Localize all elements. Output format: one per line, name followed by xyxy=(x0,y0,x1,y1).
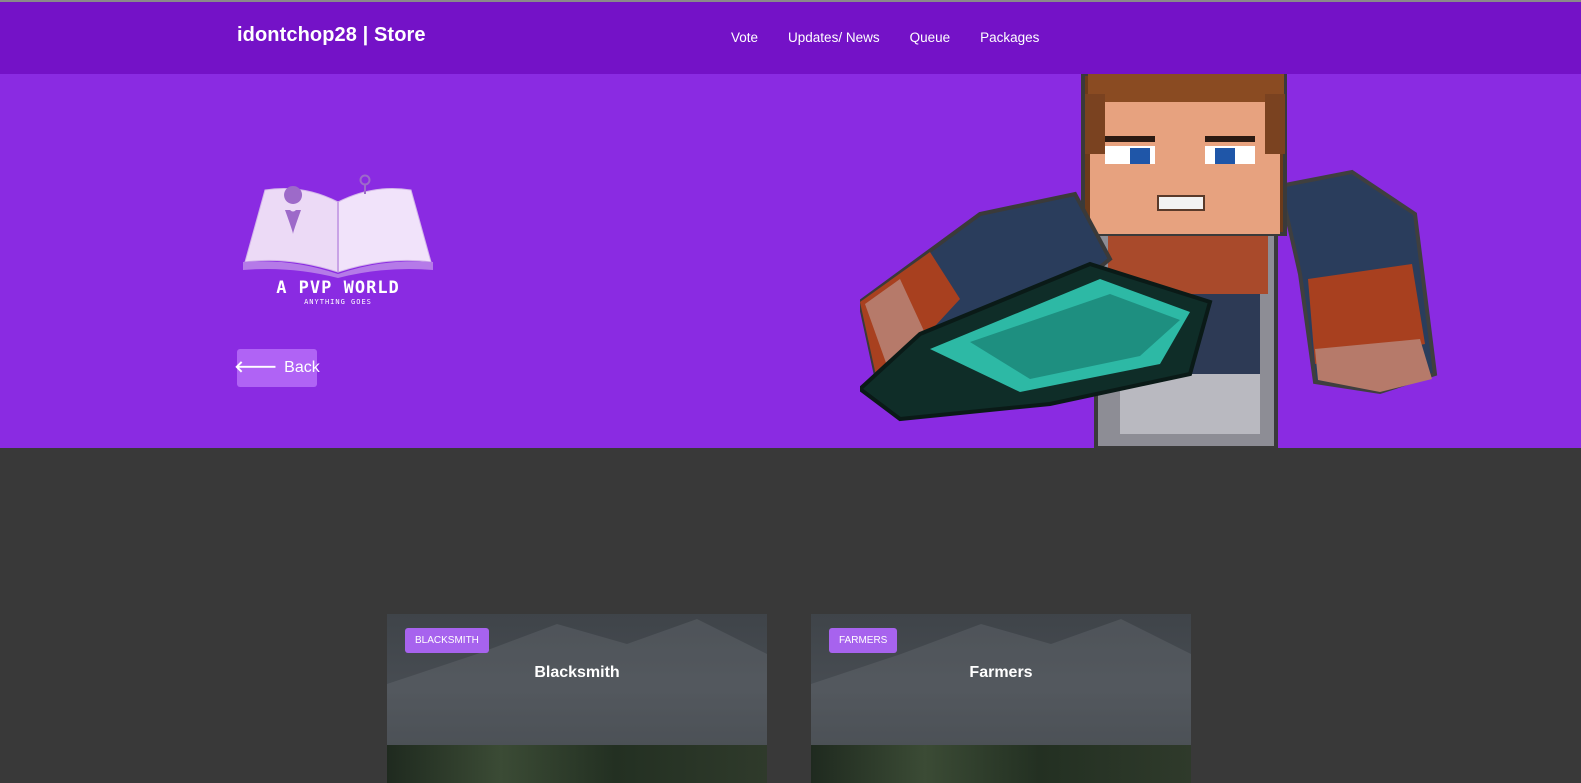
open-book-icon xyxy=(243,174,433,278)
back-button-label: Back xyxy=(284,359,320,376)
minecraft-character-illustration xyxy=(860,74,1438,448)
card-badge: BLACKSMITH xyxy=(405,628,489,653)
logo-subtitle: ANYTHING GOES xyxy=(304,298,372,306)
forest-image-strip xyxy=(811,745,1191,783)
card-title: Blacksmith xyxy=(534,664,620,681)
arrow-left-icon: 🡐 xyxy=(234,359,278,376)
main-nav: Vote Updates/ News Queue Packages xyxy=(731,30,1069,45)
logo-title: A PVP WORLD xyxy=(276,278,400,298)
forest-image-strip xyxy=(387,745,767,783)
nav-updates-news[interactable]: Updates/ News xyxy=(788,30,880,45)
top-navbar: idontchop28 | Store Vote Updates/ News Q… xyxy=(0,0,1581,74)
brand-link[interactable]: idontchop28 | Store xyxy=(237,24,426,47)
nav-queue[interactable]: Queue xyxy=(910,30,951,45)
card-title: Farmers xyxy=(969,664,1033,681)
back-button[interactable]: 🡐 Back xyxy=(234,349,320,387)
server-logo: A PVP WORLD ANYTHING GOES xyxy=(243,174,433,314)
card-badge: FARMERS xyxy=(829,628,898,653)
nav-vote[interactable]: Vote xyxy=(731,30,758,45)
package-card-farmers[interactable]: FARMERS Farmers xyxy=(811,614,1191,783)
hero-banner: A PVP WORLD ANYTHING GOES 🡐 Back xyxy=(0,74,1581,448)
nav-packages[interactable]: Packages xyxy=(980,30,1039,45)
package-card-blacksmith[interactable]: BLACKSMITH Blacksmith xyxy=(387,614,767,783)
